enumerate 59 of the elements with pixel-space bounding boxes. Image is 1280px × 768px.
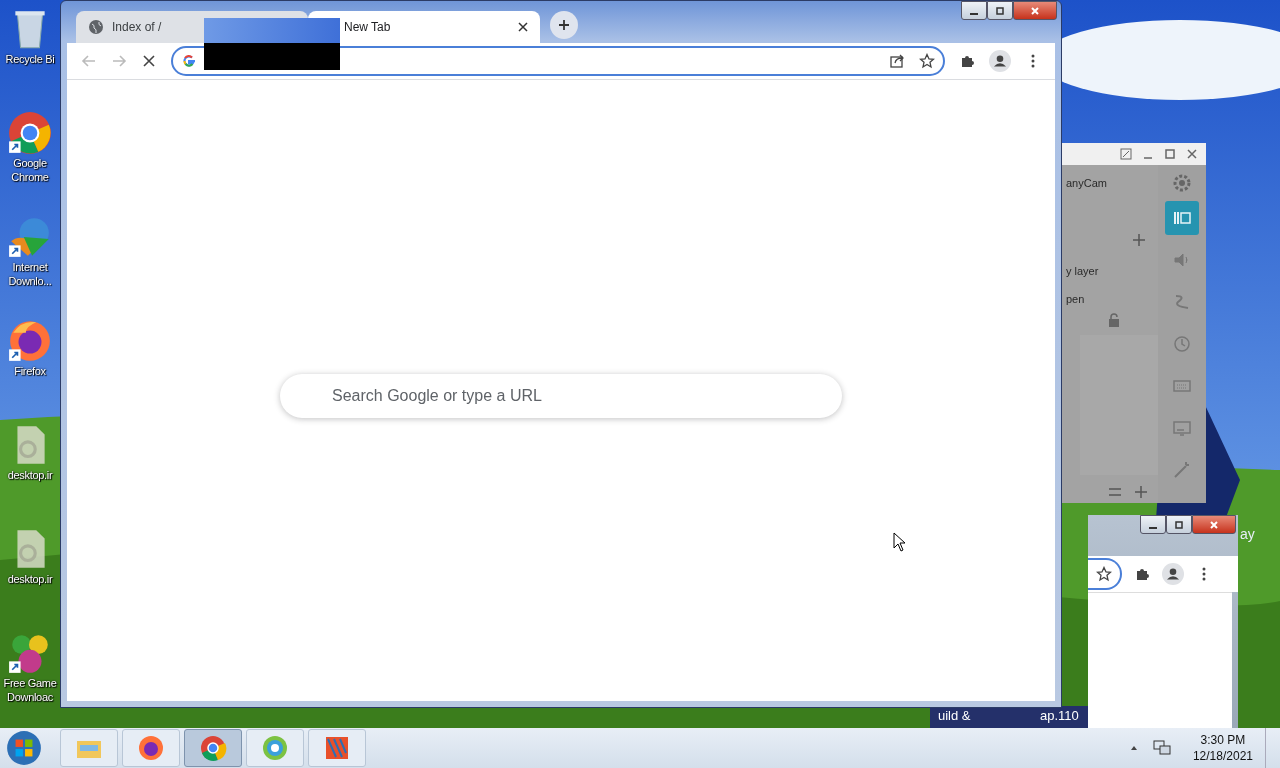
- star-icon[interactable]: [919, 53, 935, 69]
- star-icon[interactable]: [1096, 566, 1112, 582]
- icon-label: Firefox: [13, 364, 47, 378]
- close-icon[interactable]: [518, 22, 528, 32]
- layer-label: pen: [1066, 293, 1085, 305]
- puzzle-icon[interactable]: [1134, 566, 1150, 582]
- address-bar[interactable]: [1088, 558, 1122, 590]
- maximize-button[interactable]: [987, 1, 1013, 20]
- layer-label: y layer: [1066, 265, 1099, 277]
- clock-icon: [1172, 334, 1192, 354]
- close-button[interactable]: [1192, 515, 1236, 534]
- puzzle-icon[interactable]: [959, 53, 975, 69]
- close-icon: [1209, 519, 1219, 530]
- close-icon: [1030, 5, 1040, 16]
- clock[interactable]: 3:30 PM 12/18/2021: [1192, 732, 1253, 764]
- new-tab-button[interactable]: [550, 11, 578, 39]
- icon-label: desktop.ir: [6, 468, 54, 482]
- maximize-icon: [995, 5, 1005, 16]
- maximize-icon: [1174, 519, 1184, 530]
- start-button[interactable]: [4, 729, 44, 767]
- chrome-icon: [198, 733, 228, 763]
- icon-label: Recycle Bi: [4, 52, 56, 66]
- firefox-icon[interactable]: [7, 318, 53, 364]
- network-icon[interactable]: [1152, 739, 1171, 757]
- minimize-button[interactable]: [961, 1, 987, 20]
- icon-label: Free Game Downloac: [2, 676, 58, 704]
- chrome-taskbar-button[interactable]: [184, 729, 242, 767]
- globe-icon: [88, 19, 104, 35]
- firefox-taskbar-button[interactable]: [122, 729, 180, 767]
- profile-icon[interactable]: [989, 50, 1011, 72]
- icon-label: Google Chrome: [10, 156, 50, 184]
- chrome-icon[interactable]: [7, 110, 53, 156]
- google-icon: [181, 53, 197, 69]
- wand-icon: [1172, 460, 1192, 480]
- window-text: ay: [1240, 526, 1255, 542]
- search-field[interactable]: Search Google or type a URL: [280, 374, 842, 418]
- maximize-icon[interactable]: [1164, 148, 1176, 160]
- browser-tab[interactable]: New Tab: [308, 11, 540, 43]
- profile-icon[interactable]: [1162, 563, 1184, 585]
- minimize-button[interactable]: [1140, 515, 1166, 534]
- icon-label: desktop.ir: [6, 572, 54, 586]
- firefox-icon: [136, 733, 166, 763]
- screen-icon: [1172, 418, 1192, 438]
- maximize-button[interactable]: [1166, 515, 1192, 534]
- stop-icon[interactable]: [141, 53, 157, 69]
- layers-tool[interactable]: [1165, 201, 1199, 235]
- minimize-icon: [1149, 526, 1157, 529]
- minimize-icon: [970, 12, 978, 15]
- camera-icon: [260, 733, 290, 763]
- window-text: ap.110: [1040, 708, 1079, 723]
- app-title: anyCam: [1066, 177, 1107, 189]
- window-text: uild &: [938, 708, 971, 723]
- cursor-icon: [893, 532, 907, 552]
- antivirus-taskbar-button[interactable]: [308, 729, 366, 767]
- close-button[interactable]: [1013, 1, 1057, 20]
- plus-icon: [558, 19, 570, 31]
- icon-label: Internet Downlo...: [7, 260, 53, 288]
- share-icon[interactable]: [889, 53, 905, 69]
- resize-icon[interactable]: [1120, 148, 1132, 160]
